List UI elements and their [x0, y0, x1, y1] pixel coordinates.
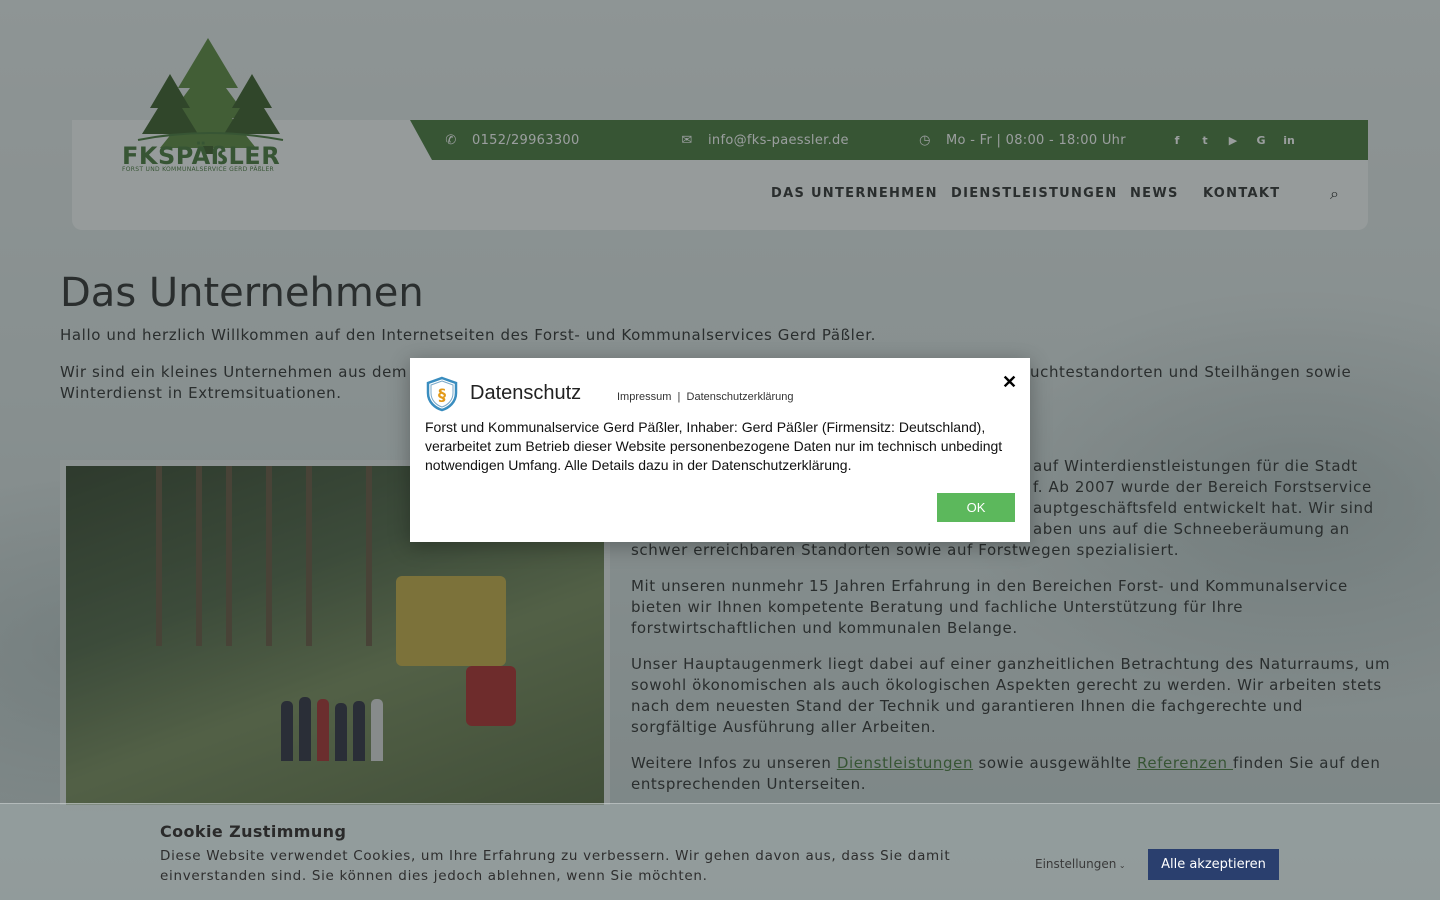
close-icon[interactable]: ✕ — [1002, 372, 1017, 393]
ok-button[interactable]: OK — [937, 493, 1015, 522]
link-separator: | — [677, 391, 681, 403]
privacy-modal: § Datenschutz Impressum | Datenschutzerk… — [410, 358, 1030, 542]
cookie-settings-button[interactable]: Einstellungen ⌄ — [1035, 857, 1126, 871]
modal-title: Datenschutz — [470, 382, 582, 404]
cookie-title: Cookie Zustimmung — [160, 822, 347, 841]
modal-body-text: Forst und Kommunalservice Gerd Päßler, I… — [425, 419, 1003, 473]
impressum-link[interactable]: Impressum — [617, 391, 671, 403]
cookie-text: Diese Website verwendet Cookies, um Ihre… — [160, 848, 951, 884]
privacy-shield-icon: § — [426, 376, 458, 412]
modal-links: Impressum | Datenschutzerklärung — [617, 391, 794, 403]
accept-all-button[interactable]: Alle akzeptieren — [1148, 849, 1279, 880]
svg-text:§: § — [438, 385, 446, 404]
cookie-banner: Cookie Zustimmung Diese Website verwende… — [0, 803, 1440, 900]
chevron-down-icon: ⌄ — [1116, 861, 1126, 870]
privacy-policy-link[interactable]: Datenschutzerklärung — [687, 391, 794, 403]
